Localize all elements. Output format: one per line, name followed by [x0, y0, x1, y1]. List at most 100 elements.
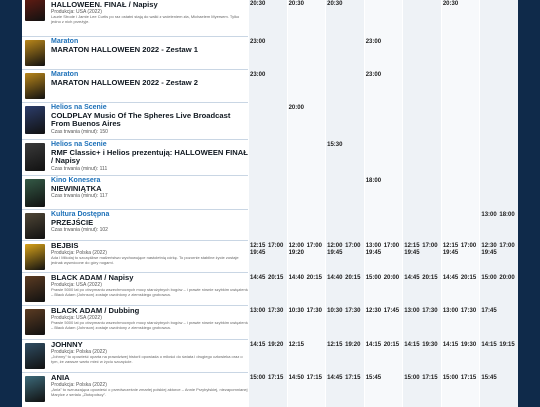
showtime-link[interactable]: 17:45: [481, 308, 518, 315]
movie-poster[interactable]: [25, 106, 45, 134]
showtime-link[interactable]: 14:15 19:30: [443, 342, 481, 349]
showtime-link[interactable]: 20:00: [289, 105, 327, 112]
showtime-link[interactable]: 12:00 17:00 19:20: [289, 243, 327, 257]
movie-poster[interactable]: [25, 376, 45, 402]
showtime-grid: 18:00: [248, 175, 518, 209]
day-cell: [286, 69, 326, 102]
movie-poster[interactable]: [25, 179, 45, 207]
day-cell: [479, 69, 518, 102]
showtime-link[interactable]: 14:15 19:30: [404, 342, 442, 349]
showtime-link[interactable]: 14:15 20:15: [366, 342, 404, 349]
movie-title[interactable]: MARATON HALLOWEEN 2022 - Zestaw 1: [51, 45, 249, 54]
showtime-link[interactable]: 13:45 18:00 20:30: [250, 0, 288, 8]
showtime-link[interactable]: 13:00 17:00 19:45: [366, 243, 404, 257]
day-cell: 14:15 20:15: [363, 339, 404, 372]
showtime-link[interactable]: 15:00 17:15: [250, 375, 288, 382]
showtime-link[interactable]: 15:30: [327, 142, 365, 149]
movie-poster[interactable]: [25, 73, 45, 99]
showtime-link[interactable]: 14:40 20:15: [289, 275, 327, 282]
movie-info: BEJBIS Produkcja: Polska (2022) Ada i Miko…: [51, 241, 249, 266]
showtime-link[interactable]: 12:15 17:00 19:45: [404, 243, 442, 257]
showtime-link[interactable]: 12:15: [289, 342, 327, 349]
showtime-link[interactable]: 15:00 20:00: [481, 275, 518, 282]
day-cell: [402, 175, 441, 209]
movie-title[interactable]: BEJBIS: [51, 241, 249, 250]
movie-meta: Czas trwania (minut): 111: [51, 165, 108, 172]
movie-poster[interactable]: [25, 309, 45, 335]
movie-poster[interactable]: [25, 213, 45, 239]
movie-title[interactable]: BLACK ADAM / Napisy: [51, 273, 249, 282]
showtime-link[interactable]: 15:45: [481, 375, 518, 382]
movie-poster[interactable]: [25, 40, 45, 66]
showtime-link[interactable]: 12:15 19:20: [327, 342, 365, 349]
day-cell: 14:15 19:30: [402, 339, 441, 372]
movie-info: Helios na Scenie RMF Classic+ i Helios pr…: [51, 141, 249, 172]
showtime-link[interactable]: 15:00 17:15: [404, 375, 442, 382]
showtime-link[interactable]: 14:45 20:15: [250, 275, 288, 282]
showtime-link[interactable]: 10:30 17:30: [289, 308, 327, 315]
showtime-link[interactable]: 23:00: [250, 39, 288, 46]
showtime-link[interactable]: 14:45 20:15: [404, 275, 442, 282]
showtime-link[interactable]: 15:45: [366, 375, 404, 382]
showtime-link[interactable]: 12:15 17:00 19:45: [250, 243, 288, 257]
showtime-link[interactable]: 23:00: [366, 39, 404, 46]
day-cell: 12:00 17:00 19:20: [286, 240, 327, 272]
showtime-link[interactable]: 14:45 17:15: [327, 375, 365, 382]
movie-title[interactable]: BLACK ADAM / Dubbing: [51, 306, 249, 315]
day-cell: [248, 209, 287, 240]
showtime-link[interactable]: 13:45 18:00 20:30: [289, 0, 327, 8]
movie-poster[interactable]: [25, 276, 45, 302]
showtime-link[interactable]: 14:40 20:15: [327, 275, 365, 282]
showtime-link[interactable]: 12:00 17:00 19:45: [327, 243, 365, 257]
movie-title[interactable]: COLDPLAY Music Of The Spheres Live Broad…: [51, 111, 249, 129]
movie-title[interactable]: ANIA: [51, 373, 249, 382]
showtime-link[interactable]: 14:15 19:15: [481, 342, 518, 349]
showtime-link[interactable]: 15:00 20:00: [366, 275, 404, 282]
showtime-link[interactable]: 13:45 18:00 20:30: [443, 0, 481, 8]
showtime-link[interactable]: 14:15 19:20: [250, 342, 288, 349]
day-cell: 14:40 20:15: [325, 272, 364, 305]
day-cell: 15:45: [363, 372, 404, 407]
showtime-link[interactable]: 18:00: [366, 178, 404, 185]
movie-title[interactable]: MARATON HALLOWEEN 2022 - Zestaw 2: [51, 78, 249, 87]
movie-info: JOHNNY Produkcja: Polska (2022) „Johnny” t…: [51, 340, 249, 365]
movie-poster[interactable]: [25, 0, 45, 21]
showtime-link[interactable]: 13:45 18:00: [481, 0, 518, 1]
movie-description: Prawie 5000 lat po otrzymaniu wszechmocn…: [51, 287, 249, 297]
day-cell: [325, 69, 364, 102]
showtime-link[interactable]: 14:45 20:15: [443, 275, 481, 282]
movie-title[interactable]: NIEWINIĄTKA: [51, 184, 249, 193]
day-cell: [286, 36, 326, 69]
movie-title[interactable]: PRZEJŚCIE: [51, 218, 249, 227]
day-cell: 13:00 17:00 19:45: [363, 240, 404, 272]
showtime-link[interactable]: 13:00 18:00: [481, 212, 518, 219]
day-cell: [479, 139, 518, 175]
showtime-link[interactable]: 13:00 17:30: [404, 308, 442, 315]
showtime-link[interactable]: 12:30 17:45: [366, 308, 404, 315]
showtime-link[interactable]: 14:50 17:15: [289, 375, 327, 382]
schedule-row: Kultura Dostępna PRZEJŚCIE Czas trwania (m…: [22, 209, 518, 241]
day-cell: [402, 36, 441, 69]
showtime-link[interactable]: 12:15 17:00 19:45: [443, 243, 481, 257]
showtime-link[interactable]: 10:30 17:30: [327, 308, 365, 315]
showtime-link[interactable]: 13:00 17:30: [443, 308, 481, 315]
movie-poster[interactable]: [25, 343, 45, 369]
movie-title[interactable]: RMF Classic+ i Helios prezentują: HALLOW…: [51, 148, 249, 166]
movie-poster[interactable]: [25, 244, 45, 270]
movie-title[interactable]: HALLOWEEN. FINAŁ / Napisy: [51, 0, 249, 9]
showtime-link[interactable]: 13:30 18:00 20:30: [327, 0, 365, 8]
showtime-link[interactable]: 23:00: [366, 72, 404, 79]
schedule-row: Helios na Scenie COLDPLAY Music Of The Sp…: [22, 102, 518, 140]
showtime-grid: 20:00: [248, 102, 518, 139]
movie-title[interactable]: JOHNNY: [51, 340, 249, 349]
showtime-link[interactable]: 15:00 17:15: [443, 375, 481, 382]
day-cell: [402, 69, 441, 102]
movie-poster[interactable]: [25, 143, 45, 171]
showtime-link[interactable]: 20:30: [404, 0, 442, 1]
showtime-link[interactable]: 13:45 18:00: [366, 0, 404, 1]
showtime-link[interactable]: 12:30 17:00 19:45: [481, 243, 518, 257]
showtime-link[interactable]: 13:00 17:30: [250, 308, 288, 315]
movie-meta: Czas trwania (minut): 117: [51, 193, 108, 200]
showtime-grid: 23:00 23:00: [248, 36, 518, 69]
showtime-link[interactable]: 23:00: [250, 72, 288, 79]
